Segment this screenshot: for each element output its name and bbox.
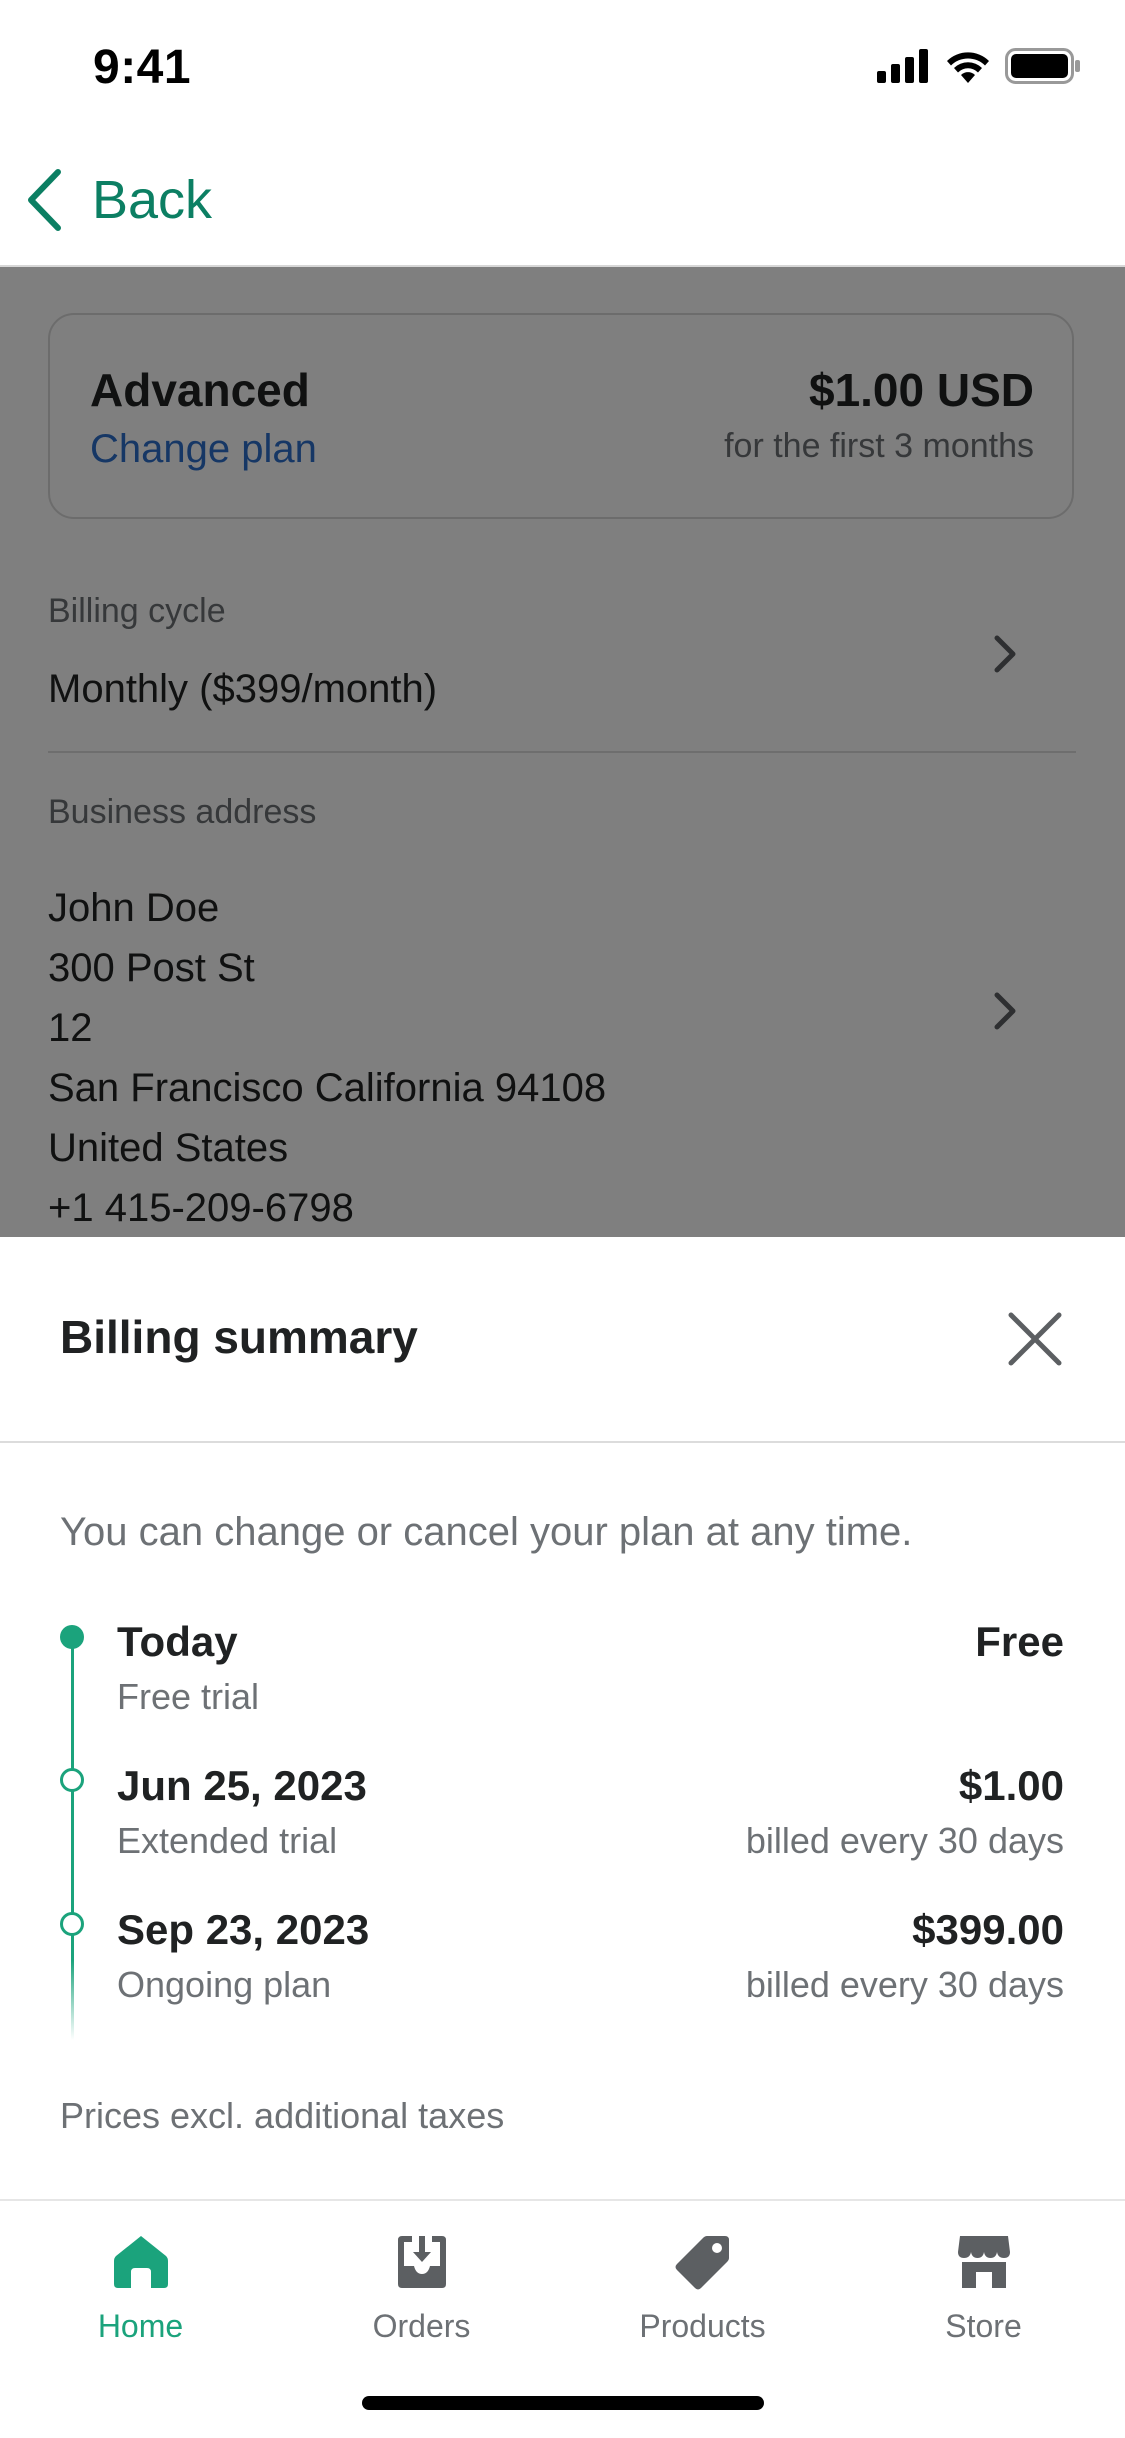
back-label: Back: [92, 170, 213, 230]
timeline-item-price-note: billed every 30 days: [745, 1964, 1064, 2005]
back-button[interactable]: Back: [26, 160, 212, 240]
wifi-icon: [947, 52, 989, 83]
timeline-item-subtitle: Extended trial: [117, 1820, 338, 1861]
timeline-dot: [60, 1768, 84, 1792]
cellular-signal-icon: [877, 49, 928, 83]
store-icon: [957, 2236, 1010, 2288]
tab-label: Store: [945, 2308, 1022, 2344]
status-time: 9:41: [93, 41, 192, 94]
timeline-item-title: Today: [117, 1618, 238, 1665]
timeline-item-title: Sep 23, 2023: [117, 1906, 370, 1953]
sheet-title: Billing summary: [60, 1311, 418, 1363]
timeline-dot: [60, 1625, 84, 1649]
chevron-left-icon: [28, 169, 61, 231]
tab-label: Home: [97, 2308, 184, 2344]
timeline-item-price: $1.00: [958, 1762, 1064, 1809]
timeline-dot: [60, 1912, 84, 1936]
tax-note: Prices excl. additional taxes: [60, 2095, 505, 2136]
tab-products[interactable]: Products: [562, 2232, 843, 2345]
timeline-item-price: Free: [975, 1618, 1064, 1665]
timeline-line: [71, 1640, 74, 2040]
timeline-item-title: Jun 25, 2023: [117, 1762, 367, 1809]
timeline-item-subtitle: Ongoing plan: [117, 1964, 332, 2005]
orders-icon: [397, 2236, 446, 2288]
sheet-description: You can change or cancel your plan at an…: [60, 1510, 913, 1554]
timeline-item-price-note: billed every 30 days: [745, 1820, 1064, 1861]
tab-orders[interactable]: Orders: [281, 2232, 562, 2345]
sheet-divider: [0, 1441, 1125, 1443]
tab-label: Orders: [372, 2308, 471, 2344]
tab-store[interactable]: Store: [843, 2232, 1124, 2345]
tag-icon: [675, 2236, 729, 2290]
modal-overlay[interactable]: [0, 267, 1125, 1237]
close-icon[interactable]: [1000, 1304, 1070, 1374]
tab-home[interactable]: Home: [0, 2232, 281, 2345]
timeline-item-price: $399.00: [912, 1906, 1064, 1953]
battery-icon: [1005, 48, 1080, 84]
home-icon: [113, 2236, 168, 2288]
home-indicator: [362, 2396, 764, 2410]
timeline-item-subtitle: Free trial: [117, 1676, 260, 1717]
tab-label: Products: [639, 2308, 766, 2344]
status-icons: [877, 48, 1081, 84]
